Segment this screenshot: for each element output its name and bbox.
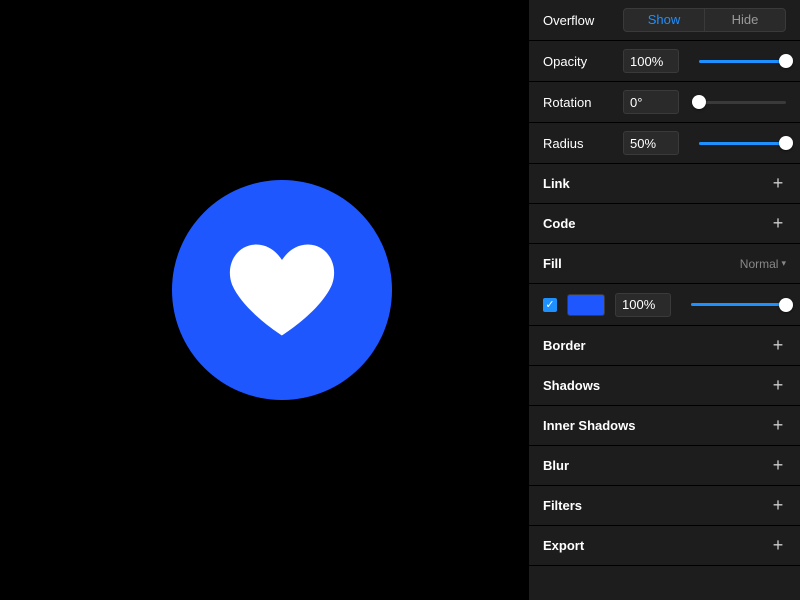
code-label: Code [543,216,770,231]
opacity-row: Opacity [529,41,800,82]
opacity-slider[interactable] [699,49,786,73]
overflow-hide-button[interactable]: Hide [705,9,785,31]
rotation-row: Rotation [529,82,800,123]
rotation-input[interactable] [623,90,679,114]
blur-label: Blur [543,458,770,473]
radius-slider-fill [699,142,786,145]
radius-label: Radius [543,136,613,151]
blur-row: Blur + [529,446,800,486]
overflow-show-button[interactable]: Show [624,9,704,31]
rotation-slider-thumb[interactable] [692,95,706,109]
blur-add-button[interactable]: + [770,458,786,474]
link-row: Link + [529,164,800,204]
border-label: Border [543,338,770,353]
export-add-button[interactable]: + [770,538,786,554]
shadows-label: Shadows [543,378,770,393]
border-row: Border + [529,326,800,366]
link-add-button[interactable]: + [770,176,786,192]
inner-shadows-add-button[interactable]: + [770,418,786,434]
shadows-row: Shadows + [529,366,800,406]
opacity-label: Opacity [543,54,613,69]
shadows-add-button[interactable]: + [770,378,786,394]
fill-blend-dropdown[interactable]: Normal ▾ [740,257,786,271]
filters-label: Filters [543,498,770,513]
fill-entry-row: ✓ [529,284,800,326]
fill-opacity-slider[interactable] [691,293,786,317]
opacity-input[interactable] [623,49,679,73]
canvas-circle[interactable] [172,180,392,400]
fill-opacity-input[interactable] [615,293,671,317]
inner-shadows-row: Inner Shadows + [529,406,800,446]
radius-slider-thumb[interactable] [779,136,793,150]
chevron-down-icon: ▾ [781,258,786,269]
rotation-slider[interactable] [699,90,786,114]
fill-blend-value: Normal [740,257,779,271]
code-add-button[interactable]: + [770,216,786,232]
canvas-area[interactable] [0,0,528,600]
inner-shadows-label: Inner Shadows [543,418,770,433]
radius-input[interactable] [623,131,679,155]
opacity-slider-fill [699,60,786,63]
fill-enabled-checkbox[interactable]: ✓ [543,298,557,312]
radius-slider[interactable] [699,131,786,155]
export-row: Export + [529,526,800,566]
fill-label: Fill [543,256,740,271]
fill-opacity-slider-thumb[interactable] [779,298,793,312]
rotation-label: Rotation [543,95,613,110]
heart-icon [227,240,337,340]
border-add-button[interactable]: + [770,338,786,354]
opacity-slider-thumb[interactable] [779,54,793,68]
code-row: Code + [529,204,800,244]
overflow-row: Overflow Show Hide [529,0,800,41]
export-label: Export [543,538,770,553]
radius-row: Radius [529,123,800,164]
overflow-segmented: Show Hide [623,8,786,32]
inspector-panel: Overflow Show Hide Opacity Rotation Radi… [528,0,800,600]
overflow-label: Overflow [543,13,613,28]
fill-opacity-slider-fill [691,303,786,306]
fill-header-row: Fill Normal ▾ [529,244,800,284]
filters-row: Filters + [529,486,800,526]
link-label: Link [543,176,770,191]
fill-color-swatch[interactable] [567,294,605,316]
filters-add-button[interactable]: + [770,498,786,514]
